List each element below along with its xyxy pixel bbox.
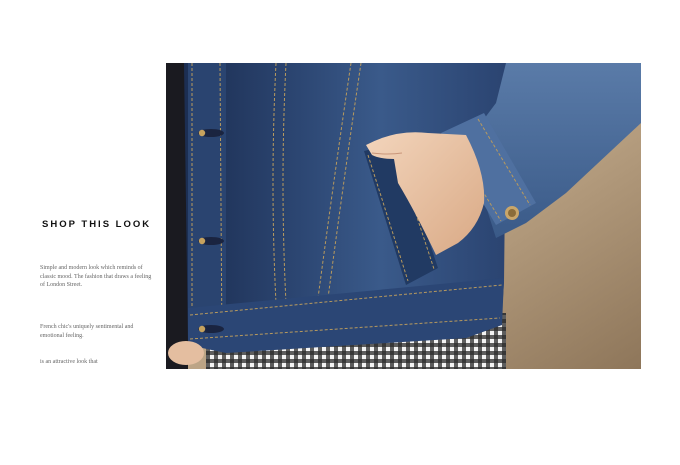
cuff-button xyxy=(505,206,519,220)
denim-jacket-photo xyxy=(166,63,641,369)
description-paragraph-2: French chic's uniquely sentimental and e… xyxy=(40,324,134,339)
jacket-button xyxy=(198,129,224,137)
jacket-button xyxy=(198,325,224,333)
jacket-button xyxy=(198,237,224,245)
left-hand xyxy=(168,341,204,365)
description-paragraph-1: Simple and modern look which reminds of … xyxy=(40,265,152,289)
shop-this-look-heading: SHOP THIS LOOK xyxy=(42,219,152,230)
description-paragraph-3: is an attractive look that xyxy=(40,359,98,365)
